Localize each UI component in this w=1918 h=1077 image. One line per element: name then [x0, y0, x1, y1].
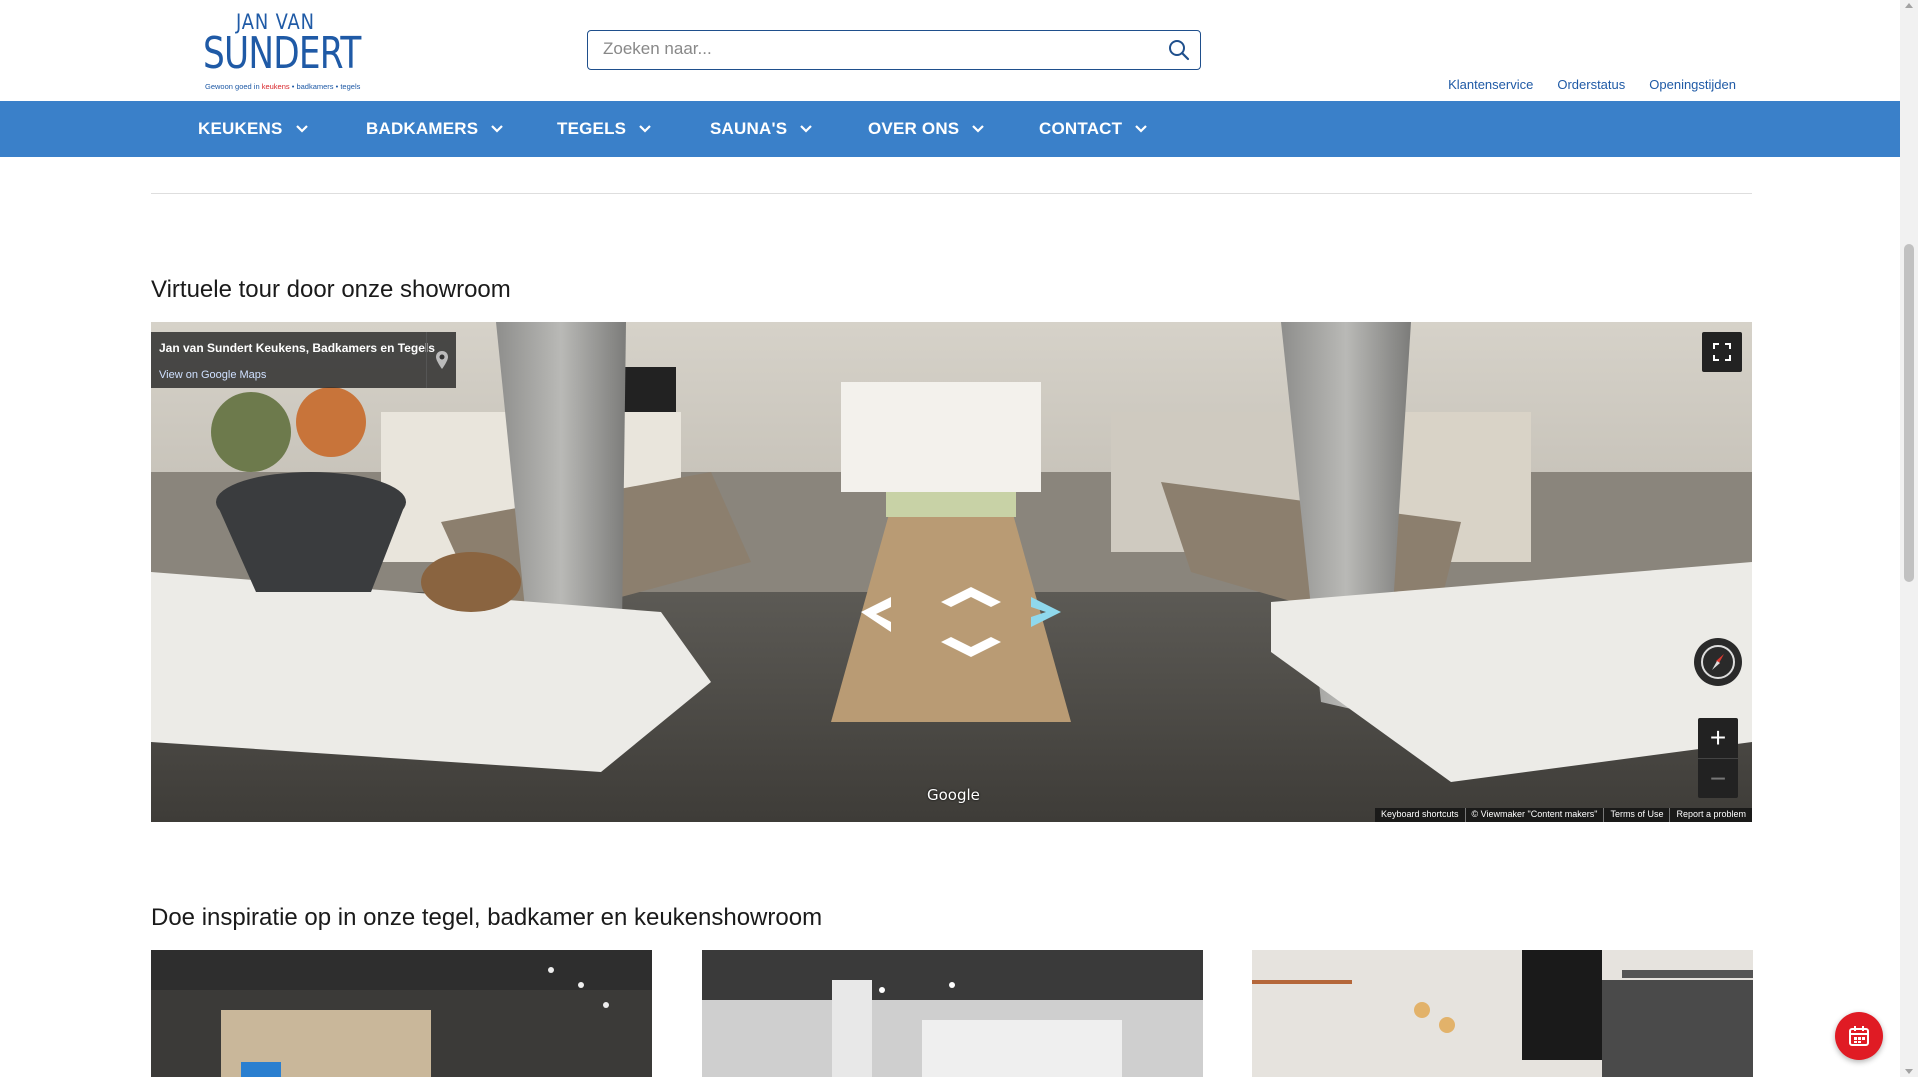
- link-openingstijden[interactable]: Openingstijden: [1649, 77, 1736, 92]
- search-icon[interactable]: [1168, 39, 1190, 61]
- logo[interactable]: JAN VAN SUNDERT Gewoon goed in keukens •…: [203, 10, 361, 92]
- logo-main-text: SUNDERT: [203, 28, 361, 79]
- zoom-out-button[interactable]: −: [1698, 758, 1738, 798]
- appointment-button[interactable]: [1835, 1012, 1883, 1060]
- main-nav: KEUKENS BADKAMERS TEGELS SAUNA'S OVER ON…: [0, 101, 1900, 157]
- link-klantenservice[interactable]: Klantenservice: [1448, 77, 1533, 92]
- showroom-photo: [151, 950, 652, 1077]
- nav-item-over-ons[interactable]: OVER ONS: [868, 101, 985, 157]
- showroom-card-tegels[interactable]: [151, 950, 652, 1077]
- chevron-down-icon: [972, 125, 985, 133]
- viewmaker-credit: © Viewmaker "Content makers": [1464, 808, 1604, 822]
- nav-item-badkamers[interactable]: BADKAMERS: [366, 101, 504, 157]
- showroom-card-badkamers[interactable]: [702, 950, 1203, 1077]
- place-name: Jan van Sundert Keukens, Badkamers en Te…: [159, 341, 435, 355]
- calendar-icon: [1849, 1026, 1869, 1046]
- logo-tagline-keukens: keukens: [261, 82, 290, 91]
- site-header: JAN VAN SUNDERT Gewoon goed in keukens •…: [0, 0, 1900, 101]
- scroll-down-arrow[interactable]: [1905, 1069, 1913, 1074]
- nav-item-keukens[interactable]: KEUKENS: [198, 101, 309, 157]
- page-scrollbar[interactable]: [1900, 0, 1918, 1077]
- nav-label: CONTACT: [1039, 119, 1123, 138]
- map-pin-button[interactable]: [426, 332, 456, 388]
- search-box: [587, 30, 1201, 70]
- chevron-down-icon: [639, 125, 651, 133]
- map-pin-icon: [435, 351, 448, 369]
- nav-label: OVER ONS: [868, 119, 960, 138]
- nav-label: TEGELS: [557, 119, 627, 138]
- nav-label: SAUNA'S: [710, 119, 788, 138]
- nav-item-tegels[interactable]: TEGELS: [557, 101, 652, 157]
- compass-button[interactable]: [1694, 638, 1742, 686]
- logo-tagline-rest: • badkamers • tegels: [289, 82, 361, 91]
- scroll-up-arrow[interactable]: [1905, 3, 1913, 8]
- report-problem-link[interactable]: Report a problem: [1669, 808, 1752, 822]
- top-links: Klantenservice Orderstatus Openingstijde…: [1448, 77, 1736, 92]
- chevron-down-icon: [1135, 125, 1148, 133]
- streetview-embed[interactable]: Jan van Sundert Keukens, Badkamers en Te…: [151, 322, 1752, 822]
- search-input[interactable]: [588, 31, 1148, 67]
- scroll-thumb[interactable]: [1904, 244, 1914, 582]
- zoom-controls: + −: [1698, 718, 1738, 798]
- nav-item-saunas[interactable]: SAUNA'S: [710, 101, 813, 157]
- showroom-card-keukens[interactable]: [1252, 950, 1753, 1077]
- inspiration-title: Doe inspiratie op in onze tegel, badkame…: [151, 904, 823, 931]
- zoom-in-button[interactable]: +: [1698, 718, 1738, 758]
- logo-tagline-prefix: Gewoon goed in: [205, 82, 262, 91]
- fullscreen-button[interactable]: [1702, 332, 1742, 372]
- logo-tagline: Gewoon goed in keukens • badkamers • teg…: [205, 82, 360, 91]
- chevron-down-icon: [491, 125, 504, 133]
- fullscreen-icon: [1713, 343, 1731, 361]
- keyboard-shortcuts-link[interactable]: Keyboard shortcuts: [1375, 808, 1465, 822]
- streetview-panorama[interactable]: [151, 322, 1752, 822]
- streetview-footer: Keyboard shortcuts © Viewmaker "Content …: [1374, 808, 1752, 822]
- nav-label: KEUKENS: [198, 119, 283, 138]
- terms-of-use-link[interactable]: Terms of Use: [1603, 808, 1669, 822]
- link-orderstatus[interactable]: Orderstatus: [1557, 77, 1625, 92]
- nav-label: BADKAMERS: [366, 119, 479, 138]
- chevron-down-icon: [800, 125, 813, 133]
- tour-title: Virtuele tour door onze showroom: [151, 276, 511, 303]
- view-on-google-maps-link[interactable]: View on Google Maps: [159, 369, 266, 381]
- divider: [151, 193, 1752, 194]
- showroom-photo: [702, 950, 1203, 1077]
- google-brand: Google: [927, 786, 980, 804]
- compass-icon: [1701, 645, 1735, 679]
- nav-item-contact[interactable]: CONTACT: [1039, 101, 1148, 157]
- chevron-down-icon: [295, 125, 308, 133]
- streetview-info-panel: Jan van Sundert Keukens, Badkamers en Te…: [151, 332, 456, 388]
- showroom-photo: [1252, 950, 1753, 1077]
